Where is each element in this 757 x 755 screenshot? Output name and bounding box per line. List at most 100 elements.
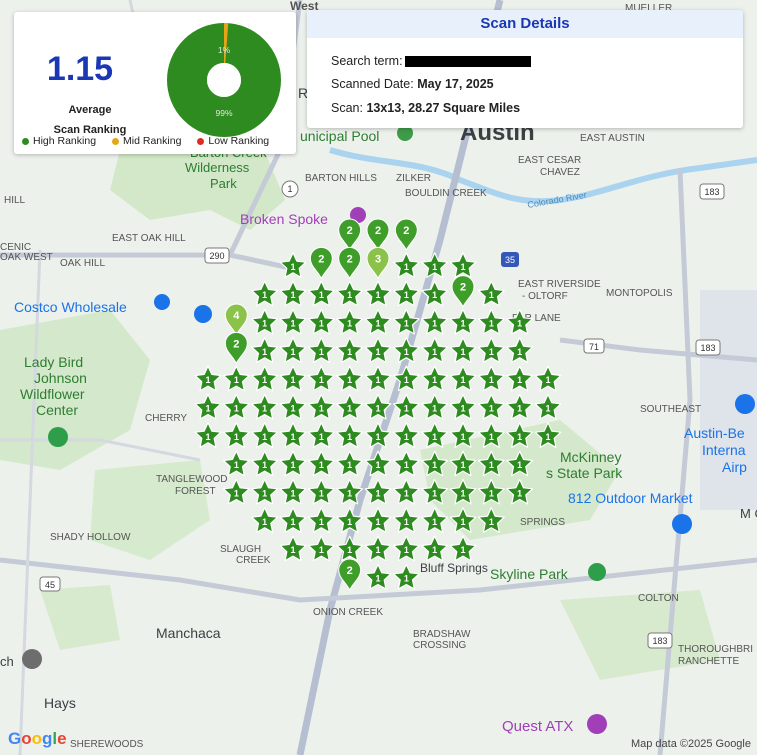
label-bradshaw-1: BRADSHAW — [413, 629, 471, 640]
donut-bottom-label: 99% — [215, 108, 232, 118]
scan-value: 13x13, 28.27 Square Miles — [366, 101, 521, 115]
shield-183-c-label: 183 — [652, 636, 667, 646]
rank-star-label: 1 — [262, 375, 267, 385]
rank-star-label: 1 — [375, 347, 380, 357]
average-label-line1: Average — [68, 104, 112, 116]
rank-star-label: 1 — [517, 432, 522, 442]
rank-star-label: 1 — [404, 432, 409, 442]
rank-star-label: 1 — [347, 460, 352, 470]
shield-183-a-label: 183 — [704, 187, 719, 197]
map-copyright: Map data ©2025 Google — [630, 738, 751, 750]
rank-star-label: 1 — [489, 460, 494, 470]
gym-icon[interactable] — [587, 714, 607, 734]
rank-star-label: 1 — [290, 545, 295, 555]
label-oak-hill: OAK HILL — [60, 258, 105, 269]
rank-star-label: 1 — [489, 347, 494, 357]
search-term-row: Search term: — [331, 54, 531, 68]
rank-pin-label: 2 — [375, 225, 381, 237]
rank-pin-label: 2 — [347, 225, 353, 237]
legend-low-dot — [197, 137, 205, 145]
rank-star-label: 1 — [262, 489, 267, 499]
rank-star-label: 1 — [460, 432, 465, 442]
flower-icon[interactable] — [48, 427, 68, 447]
label-quest-atx: Quest ATX — [502, 718, 573, 735]
rank-star-label: 1 — [432, 290, 437, 300]
rank-star-label: 1 — [347, 347, 352, 357]
shopping-cart-icon[interactable] — [194, 305, 212, 323]
label-east-austin: EAST AUSTIN — [580, 133, 645, 144]
label-hill: HILL — [4, 195, 26, 206]
rank-pin-label: 2 — [460, 282, 466, 294]
label-sherewoods: SHEREWOODS — [70, 739, 144, 750]
label-lady-bird-1: Lady Bird — [24, 354, 83, 370]
rank-star-label: 1 — [375, 517, 380, 527]
legend-mid-label: Mid Ranking — [123, 135, 182, 147]
search-term-label: Search term: — [331, 54, 403, 68]
rank-star-label: 1 — [404, 460, 409, 470]
legend-low: Low Ranking — [197, 135, 269, 147]
rank-star-label: 1 — [517, 489, 522, 499]
rank-star-label: 1 — [460, 375, 465, 385]
location-icon[interactable] — [22, 649, 42, 669]
rank-star-label: 1 — [517, 404, 522, 414]
rank-star-label: 1 — [319, 489, 324, 499]
label-scenic: CENIC — [0, 242, 31, 253]
rank-star-label: 1 — [262, 347, 267, 357]
tree-icon[interactable] — [588, 563, 606, 581]
rank-star-label: 1 — [404, 262, 409, 272]
rank-star-label: 1 — [460, 489, 465, 499]
rank-star-label: 1 — [489, 489, 494, 499]
rank-star-label: 1 — [460, 460, 465, 470]
rank-star-label: 1 — [489, 517, 494, 527]
rank-star-label: 1 — [404, 347, 409, 357]
rank-star-label: 1 — [290, 375, 295, 385]
rank-star-label: 1 — [234, 404, 239, 414]
label-airport-1: Austin-Be — [684, 425, 745, 441]
legend-high-label: High Ranking — [33, 135, 97, 147]
label-bouldin-creek: BOULDIN CREEK — [405, 188, 487, 199]
rank-star-label: 1 — [404, 319, 409, 329]
label-thoroughbred-1: THOROUGHBRI — [678, 644, 753, 655]
label-montopolis: MONTOPOLIS — [606, 288, 673, 299]
google-logo: Google — [8, 729, 67, 748]
rank-star-label: 1 — [290, 460, 295, 470]
shopping-cart-icon[interactable] — [154, 294, 170, 310]
rank-star-label: 1 — [489, 375, 494, 385]
shield-1-label: 1 — [287, 184, 292, 194]
rank-star-label: 1 — [375, 460, 380, 470]
rank-star-label: 1 — [262, 460, 267, 470]
rank-star-label: 1 — [432, 375, 437, 385]
rank-star-label: 1 — [545, 432, 550, 442]
rank-star-label: 1 — [375, 290, 380, 300]
scanned-date-row: Scanned Date: May 17, 2025 — [331, 77, 494, 91]
rank-star-label: 1 — [375, 574, 380, 584]
rank-star-label: 1 — [489, 290, 494, 300]
rank-star-label: 1 — [290, 404, 295, 414]
rank-star-label: 1 — [262, 432, 267, 442]
label-slaughter-2: CREEK — [236, 555, 271, 566]
rank-star-label: 1 — [205, 404, 210, 414]
rank-star-label: 1 — [375, 404, 380, 414]
label-skyline-park: Skyline Park — [490, 566, 569, 582]
rank-star-label: 1 — [432, 517, 437, 527]
shield-35-label: 35 — [505, 255, 515, 265]
label-springs: SPRINGS — [520, 517, 565, 528]
label-broken-spoke: Broken Spoke — [240, 211, 328, 227]
rank-star-label: 1 — [432, 404, 437, 414]
airplane-icon[interactable] — [735, 394, 755, 414]
rank-star-label: 1 — [517, 319, 522, 329]
rank-star-label: 1 — [262, 404, 267, 414]
rank-star-label: 1 — [489, 404, 494, 414]
rank-star-label: 1 — [375, 319, 380, 329]
rank-pin-label: 2 — [347, 253, 353, 265]
label-mc: M C — [740, 506, 757, 521]
rank-pin-label: 2 — [347, 565, 353, 577]
shopping-cart-icon[interactable] — [672, 514, 692, 534]
legend-mid: Mid Ranking — [112, 135, 181, 147]
rank-star-label: 1 — [347, 319, 352, 329]
scan-details-panel: Scan Details Search term: Scanned Date: … — [307, 10, 743, 128]
rank-star-label: 1 — [460, 319, 465, 329]
rank-star-label: 1 — [517, 460, 522, 470]
rank-star-label: 1 — [319, 460, 324, 470]
redacted-search-term — [404, 56, 531, 68]
